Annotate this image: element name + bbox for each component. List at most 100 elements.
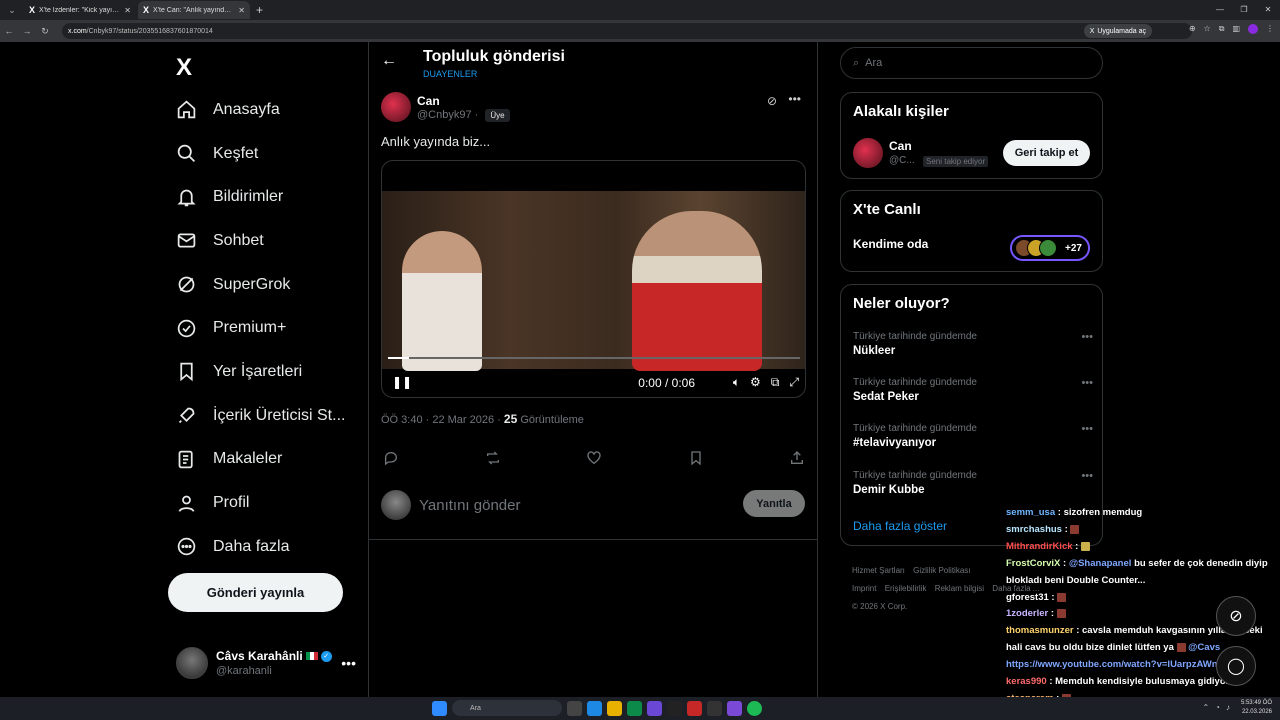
related-handle[interactable]: @C... [889, 155, 915, 166]
reload-icon[interactable]: ↻ [36, 26, 54, 37]
close-window-icon[interactable]: ✕ [1256, 0, 1280, 20]
x-logo[interactable]: X [176, 54, 192, 82]
reply-input[interactable]: Yanıtını gönder [419, 497, 520, 514]
tab-search-icon[interactable]: ⌄ [4, 2, 20, 18]
pip-icon[interactable]: ⧉ [771, 375, 780, 390]
start-icon[interactable] [432, 700, 447, 716]
chat-mention[interactable]: @Shanapanel [1069, 558, 1132, 569]
app-icon[interactable] [647, 700, 662, 716]
footer-link[interactable]: Imprint [852, 584, 876, 593]
reply-button[interactable]: Yanıtla [743, 490, 805, 517]
browser-tab-1[interactable]: X X'te İzdenler: "Kick yayıncısı cavs...… [24, 1, 136, 19]
more-icon[interactable]: ••• [1081, 331, 1093, 343]
account-switcher[interactable]: Câvs Karahânli ✓ @karahanli ••• [176, 645, 356, 681]
share-icon[interactable] [789, 450, 805, 466]
volume-icon[interactable]: 🔈︎ [733, 375, 740, 390]
community-link[interactable]: DUAYENLER [423, 69, 477, 79]
spotify-icon[interactable] [747, 700, 762, 716]
trend-item[interactable]: Türkiye tarihinde gündemde Demir Kubbe •… [853, 470, 1093, 496]
video-progress-bar[interactable] [388, 357, 800, 359]
app-icon[interactable] [627, 700, 642, 716]
reply-icon[interactable] [383, 450, 399, 466]
volume-icon[interactable]: ♪ [1226, 703, 1230, 712]
sidebar-toggle-icon[interactable]: ▥ [1232, 24, 1240, 34]
star-icon[interactable]: ☆ [1204, 24, 1211, 34]
sidebar-item-home[interactable]: Anasayfa [176, 88, 345, 132]
tab-close-icon[interactable]: ✕ [124, 6, 131, 15]
sidebar-item-bookmarks[interactable]: Yer İşaretleri [176, 350, 345, 394]
url-input[interactable]: x.com/Cnbyk97/status/2035516837601870014 [62, 23, 1192, 39]
wifi-icon[interactable]: ◔ [1215, 703, 1220, 712]
post-timestamp[interactable]: ÖÖ 3:40 · 22 Mar 2026 · [381, 414, 501, 426]
new-tab-button[interactable]: + [256, 3, 263, 17]
post-button[interactable]: Gönderi yayınla [168, 573, 343, 612]
more-icon[interactable]: ••• [1081, 377, 1093, 389]
restore-icon[interactable]: ❐ [1232, 0, 1256, 20]
bookmark-icon[interactable] [688, 450, 704, 466]
browser-icon[interactable] [727, 700, 742, 716]
follow-back-button[interactable]: Geri takip et [1003, 140, 1090, 166]
sidebar-item-chat[interactable]: Sohbet [176, 219, 345, 263]
browser-tab-2[interactable]: X X'te Can: "Anlık yayında biz..." ✕ [138, 1, 250, 19]
pause-icon[interactable]: ❚❚ [392, 375, 412, 389]
grok-fab-icon[interactable]: ⊘ [1216, 596, 1256, 636]
menu-icon[interactable]: ⋮ [1266, 24, 1274, 34]
footer-link[interactable]: Gizlilik Politikası [913, 566, 970, 575]
zoom-icon[interactable]: ⊕ [1189, 24, 1196, 34]
settings-icon[interactable]: ⚙ [750, 375, 761, 390]
back-arrow-icon[interactable]: ← [381, 52, 397, 70]
chat-mention[interactable]: @Cavs [1188, 642, 1220, 653]
chat-link[interactable]: https://www.youtube.com/watch?v=lUarpzAW… [1006, 659, 1223, 670]
more-icon[interactable]: ••• [1081, 423, 1093, 435]
sidebar-item-supergrok[interactable]: SuperGrok [176, 263, 345, 307]
author-avatar[interactable] [381, 92, 411, 122]
more-icon[interactable]: ••• [341, 655, 356, 671]
trend-item[interactable]: Türkiye tarihinde gündemde Sedat Peker •… [853, 377, 1093, 403]
more-icon[interactable]: ••• [1081, 470, 1093, 482]
grok-icon[interactable]: ⊘ [767, 94, 777, 108]
fullscreen-icon[interactable]: ⤢ [789, 375, 799, 390]
sidebar-item-premium[interactable]: Premium+ [176, 306, 345, 350]
more-icon[interactable]: ••• [788, 92, 801, 106]
author-name[interactable]: Can [417, 94, 440, 108]
avatar[interactable] [853, 138, 883, 168]
video-player[interactable]: ❚❚ 0:00 / 0:06 🔈︎ ⚙ ⧉ ⤢ [381, 160, 806, 398]
back-icon[interactable]: ← [0, 26, 18, 36]
clock[interactable]: 5:53:49 ÖÖ 22.03.2026 [1241, 699, 1272, 717]
trend-item[interactable]: Türkiye tarihinde gündemde Nükleer ••• [853, 331, 1093, 357]
minimize-icon[interactable]: — [1208, 0, 1232, 20]
repost-icon[interactable] [485, 450, 501, 466]
app-icon[interactable] [707, 700, 722, 716]
chevron-up-icon[interactable]: ⌃ [1202, 703, 1209, 712]
video-frame[interactable] [382, 191, 805, 371]
taskview-icon[interactable] [567, 700, 582, 716]
messages-fab-icon[interactable]: ◯ [1216, 646, 1256, 686]
forward-icon[interactable]: → [18, 26, 36, 36]
tab-close-icon[interactable]: ✕ [238, 6, 245, 15]
live-listeners-pill[interactable]: +27 [1010, 235, 1090, 261]
author-handle[interactable]: @Cnbyk97 [417, 109, 472, 121]
open-in-app-button[interactable]: X Uygulamada aç [1083, 24, 1152, 38]
show-more-link[interactable]: Daha fazla göster [853, 519, 947, 533]
sidebar-item-explore[interactable]: Keşfet [176, 132, 345, 176]
sidebar-item-profile[interactable]: Profil [176, 481, 345, 525]
sidebar-item-articles[interactable]: Makaleler [176, 438, 345, 482]
sidebar-item-notifications[interactable]: Bildirimler [176, 175, 345, 219]
profile-icon[interactable] [1248, 24, 1258, 34]
sidebar-item-creator-studio[interactable]: İçerik Üreticisi St... [176, 394, 345, 438]
live-room-title[interactable]: Kendime oda [853, 237, 928, 251]
trend-item[interactable]: Türkiye tarihinde gündemde #telavivyanıy… [853, 423, 1093, 449]
taskbar-search[interactable]: Ara [452, 700, 562, 716]
search-input[interactable]: ⌕ Ara [840, 47, 1103, 79]
footer-link[interactable]: Hizmet Şartları [852, 566, 905, 575]
footer-link[interactable]: Erişilebilirlik [885, 584, 927, 593]
sidebar-item-more[interactable]: Daha fazla [176, 525, 345, 569]
like-icon[interactable] [586, 450, 602, 466]
folder-icon[interactable] [607, 700, 622, 716]
app-icon[interactable] [667, 700, 682, 716]
app-icon[interactable] [587, 700, 602, 716]
app-icon[interactable] [687, 700, 702, 716]
extensions-icon[interactable]: ⧉ [1219, 24, 1225, 34]
related-name[interactable]: Can [889, 139, 912, 153]
footer-link[interactable]: Reklam bilgisi [935, 584, 984, 593]
